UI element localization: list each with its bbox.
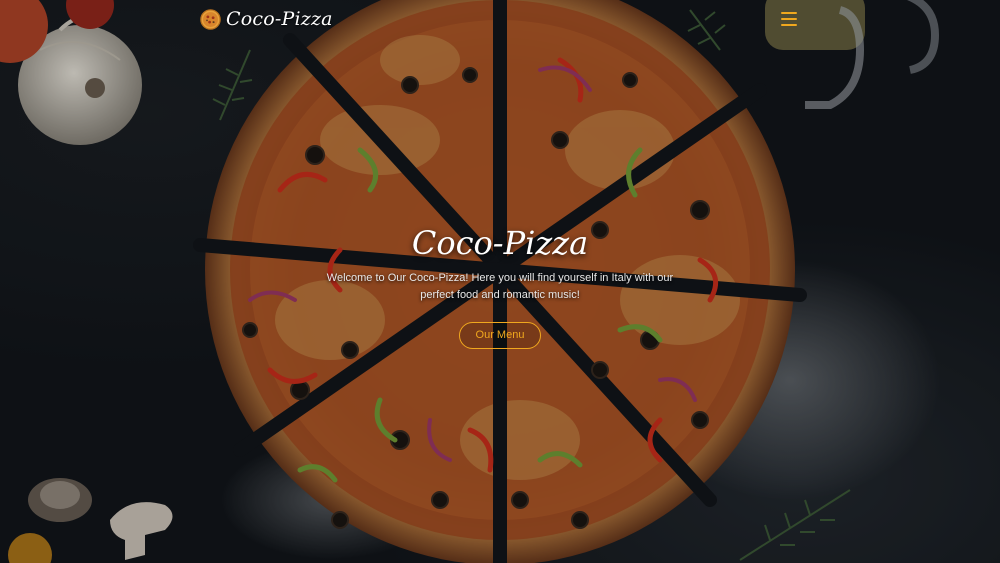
pizza-icon — [200, 8, 221, 30]
brand-link[interactable]: Coco-Pizza — [200, 8, 333, 30]
brand-name: Coco-Pizza — [226, 8, 333, 30]
menu-line — [781, 12, 797, 14]
menu-line — [781, 24, 797, 26]
hero-title: Coco-Pizza — [411, 224, 589, 262]
hero-section: Coco-Pizza Coco-Pizza Welcome to Our Coc… — [0, 0, 1000, 563]
menu-line — [781, 18, 797, 20]
our-menu-button[interactable]: Our Menu — [458, 322, 542, 349]
navbar: Coco-Pizza — [200, 8, 800, 34]
hamburger-menu-icon[interactable] — [780, 12, 798, 27]
hero-description: Welcome to Our Coco-Pizza! Here you will… — [326, 272, 674, 301]
hero-content: Coco-Pizza Welcome to Our Coco-Pizza! He… — [250, 222, 750, 349]
